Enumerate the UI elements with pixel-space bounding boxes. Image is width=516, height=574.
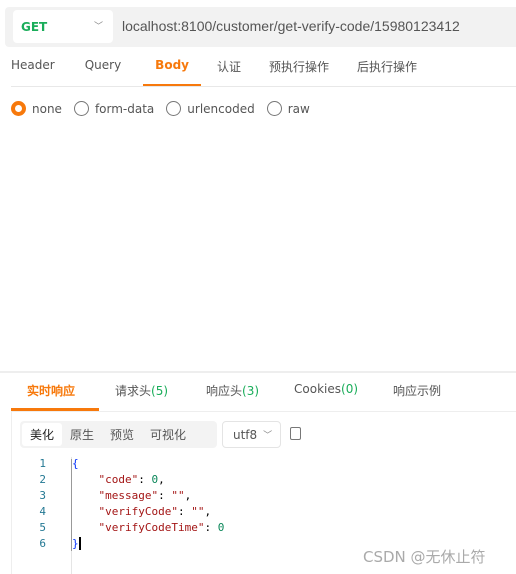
tab-request-headers[interactable]: 请求头(5) <box>115 382 168 411</box>
radio-none[interactable]: none <box>11 101 62 116</box>
chevron-down-icon: ﹀ <box>263 431 273 441</box>
chevron-down-icon: ﹀ <box>93 22 103 32</box>
body-type-group: none form-data urlencoded raw <box>11 101 322 116</box>
response-tabs: 实时响应 请求头(5) 响应头(3) Cookies(0) 响应示例 <box>0 382 441 411</box>
radio-form-data[interactable]: form-data <box>73 101 155 116</box>
tab-response-headers[interactable]: 响应头(3) <box>206 382 259 411</box>
tab-label: 响应示例 <box>393 384 442 398</box>
radio-icon <box>166 101 182 116</box>
view-visualize[interactable]: 可视化 <box>142 423 194 446</box>
line-number: 4 <box>39 505 46 518</box>
line-number: 3 <box>39 489 46 502</box>
line-number: 1 <box>39 457 46 470</box>
code-line: "code": 0, <box>72 473 165 486</box>
radio-label: urlencoded <box>187 101 255 116</box>
url-input[interactable]: localhost:8100/customer/get-verify-code/… <box>122 18 460 34</box>
radio-label: none <box>32 101 62 116</box>
url-bar: GET ﹀ localhost:8100/customer/get-verify-… <box>5 7 516 47</box>
view-preview[interactable]: 预览 <box>102 423 142 446</box>
copy-icon[interactable] <box>290 427 301 440</box>
view-mode-toggle: 美化 原生 预览 可视化 <box>20 421 217 448</box>
radio-raw[interactable]: raw <box>266 101 310 116</box>
method-label: GET <box>21 19 48 34</box>
line-number: 2 <box>39 473 46 486</box>
tab-label: 请求头 <box>115 384 152 398</box>
request-tabs: Header Query Body 认证 预执行操作 后执行操作 <box>11 58 417 87</box>
watermark: CSDN @无休止符 <box>363 548 486 566</box>
tab-cookies[interactable]: Cookies(0) <box>294 382 358 411</box>
tab-post-script[interactable]: 后执行操作 <box>357 58 417 87</box>
method-select[interactable]: GET ﹀ <box>13 10 113 43</box>
view-raw[interactable]: 原生 <box>62 423 102 446</box>
line-number: 5 <box>39 521 46 534</box>
tab-header[interactable]: Header <box>11 58 55 87</box>
radio-urlencoded[interactable]: urlencoded <box>166 101 255 116</box>
radio-icon <box>73 101 89 116</box>
code-line: "verifyCodeTime": 0 <box>72 521 225 534</box>
code-line: } <box>72 537 81 550</box>
encoding-select[interactable]: utf8 ﹀ <box>222 421 281 448</box>
view-pretty[interactable]: 美化 <box>22 423 63 446</box>
tab-label: (5) <box>151 384 169 398</box>
radio-label: form-data <box>94 101 155 116</box>
line-number: 6 <box>39 537 46 550</box>
tab-auth[interactable]: 认证 <box>217 58 241 87</box>
divider <box>11 411 516 412</box>
code-line: "verifyCode": "", <box>72 505 212 518</box>
radio-icon <box>266 101 282 116</box>
tab-label: 实时响应 <box>27 384 76 398</box>
tab-live-response[interactable]: 实时响应 <box>10 382 100 411</box>
code-line: "message": "", <box>72 489 192 502</box>
divider <box>11 86 516 87</box>
tab-label: (3) <box>242 384 260 398</box>
radio-selected-icon <box>11 101 26 116</box>
tab-label: (0) <box>341 382 359 396</box>
tab-label: 响应头 <box>206 384 243 398</box>
code-line: { <box>72 457 79 470</box>
radio-label: raw <box>287 101 310 116</box>
tab-body[interactable]: Body <box>143 58 201 87</box>
section-divider <box>0 371 516 373</box>
tab-pre-script[interactable]: 预执行操作 <box>269 58 329 87</box>
tab-label: Cookies <box>294 382 342 396</box>
encoding-label: utf8 <box>233 427 258 442</box>
divider <box>11 411 12 574</box>
tab-query[interactable]: Query <box>85 58 121 87</box>
tab-response-examples[interactable]: 响应示例 <box>393 382 441 411</box>
